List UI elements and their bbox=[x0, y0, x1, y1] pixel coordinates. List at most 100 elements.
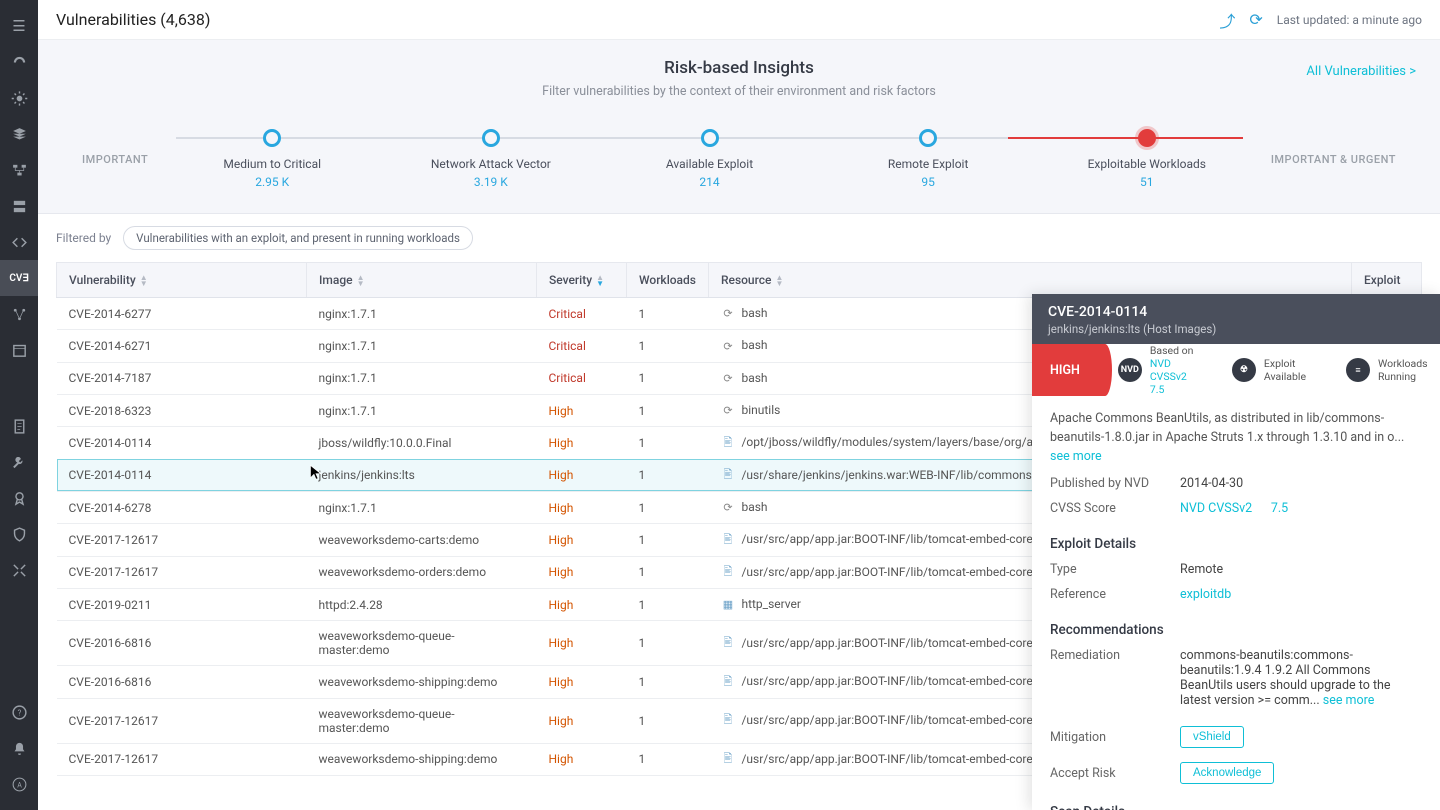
cell-image: nginx:1.7.1 bbox=[307, 491, 537, 523]
funnel-dot[interactable] bbox=[482, 129, 500, 147]
topbar: Vulnerabilities (4,638) ⤴ ⟳ Last updated… bbox=[38, 0, 1440, 40]
cell-severity: High bbox=[537, 491, 627, 523]
see-more-remediation[interactable]: see more bbox=[1323, 693, 1375, 708]
cell-image: weaveworksdemo-shipping:demo bbox=[307, 666, 537, 698]
funnel-dot[interactable] bbox=[701, 129, 719, 147]
nav-shield-icon[interactable] bbox=[0, 516, 38, 552]
cell-cve: CVE-2014-7187 bbox=[57, 362, 307, 394]
cell-cve: CVE-2017-12617 bbox=[57, 743, 307, 775]
resource-icon: 🖹 bbox=[720, 636, 735, 651]
resource-icon: 🖹 bbox=[720, 675, 735, 690]
cell-image: weaveworksdemo-queue-master:demo bbox=[307, 621, 537, 666]
severity-badge: HIGH bbox=[1032, 344, 1098, 396]
nav-bug-icon[interactable] bbox=[0, 80, 38, 116]
metric-exploit: ☢ ExploitAvailable bbox=[1212, 344, 1326, 396]
detail-panel: CVE-2014-0114 jenkins/jenkins:lts (Host … bbox=[1032, 294, 1440, 810]
resource-icon: 🖹 bbox=[720, 533, 735, 548]
cell-severity: High bbox=[537, 459, 627, 491]
cell-image: httpd:2.4.28 bbox=[307, 588, 537, 620]
nav-flow-icon[interactable] bbox=[0, 152, 38, 188]
funnel-step-label: Remote Exploit bbox=[888, 157, 969, 171]
exploit-section-title: Exploit Details bbox=[1050, 536, 1422, 552]
detail-header: CVE-2014-0114 jenkins/jenkins:lts (Host … bbox=[1032, 294, 1440, 344]
col-exploit[interactable]: Exploit bbox=[1352, 263, 1422, 298]
insights-title: Risk-based Insights bbox=[62, 58, 1416, 78]
insights-panel: Risk-based Insights Filter vulnerabiliti… bbox=[38, 40, 1440, 214]
recs-section-title: Recommendations bbox=[1050, 622, 1422, 638]
resource-icon: 🖹 bbox=[720, 468, 735, 483]
all-vulns-link[interactable]: All Vulnerabilities > bbox=[1306, 64, 1416, 79]
cell-cve: CVE-2019-0211 bbox=[57, 588, 307, 620]
nav-menu-icon[interactable]: ☰ bbox=[0, 8, 38, 44]
nav-code-icon[interactable] bbox=[0, 224, 38, 260]
nav-calendar-icon[interactable] bbox=[0, 332, 38, 368]
cell-workloads: 1 bbox=[627, 698, 709, 743]
col-image[interactable]: Image▲▼ bbox=[307, 263, 537, 298]
nav-layers-icon[interactable] bbox=[0, 116, 38, 152]
cell-image: weaveworksdemo-queue-master:demo bbox=[307, 698, 537, 743]
cvss-basis-link[interactable]: NVD CVSSv2 7.5 bbox=[1150, 357, 1187, 396]
funnel-step[interactable]: Remote Exploit 95 bbox=[832, 129, 1024, 189]
col-severity[interactable]: Severity▲▼ bbox=[537, 263, 627, 298]
filter-chip[interactable]: Vulnerabilities with an exploit, and pre… bbox=[123, 226, 473, 250]
cell-workloads: 1 bbox=[627, 491, 709, 523]
cell-severity: High bbox=[537, 524, 627, 556]
detail-badges: HIGH NVD Based onNVD CVSSv2 7.5 ☢ Exploi… bbox=[1032, 344, 1440, 396]
nav-bell-icon[interactable] bbox=[0, 730, 38, 766]
funnel-step-value: 2.95 K bbox=[255, 175, 289, 189]
funnel-dot[interactable] bbox=[1138, 129, 1156, 147]
last-updated-text: Last updated: a minute ago bbox=[1277, 13, 1422, 27]
funnel-step[interactable]: Network Attack Vector 3.19 K bbox=[395, 129, 587, 189]
metric-basis: NVD Based onNVD CVSSv2 7.5 bbox=[1098, 344, 1212, 396]
resource-icon: ▦ bbox=[720, 597, 735, 612]
cell-image: weaveworksdemo-carts:demo bbox=[307, 524, 537, 556]
upload-icon[interactable]: ⤴ bbox=[1219, 8, 1235, 32]
nav-cve-icon[interactable]: CV∃ bbox=[0, 260, 38, 296]
acknowledge-button[interactable]: Acknowledge bbox=[1180, 762, 1274, 784]
funnel-dot[interactable] bbox=[263, 129, 281, 147]
refresh-icon[interactable]: ⟳ bbox=[1249, 10, 1262, 29]
stack-icon: ≡ bbox=[1346, 358, 1370, 382]
cvss-score[interactable]: 7.5 bbox=[1271, 501, 1288, 516]
resource-icon: ⟳ bbox=[720, 403, 735, 418]
funnel-step-label: Exploitable Workloads bbox=[1088, 157, 1206, 171]
vshield-button[interactable]: vShield bbox=[1180, 726, 1244, 748]
funnel-step[interactable]: Available Exploit 214 bbox=[614, 129, 806, 189]
nav-help-icon[interactable]: ? bbox=[0, 694, 38, 730]
nav-dashboard-icon[interactable] bbox=[0, 44, 38, 80]
cell-image: weaveworksdemo-orders:demo bbox=[307, 556, 537, 588]
funnel-step[interactable]: Medium to Critical 2.95 K bbox=[176, 129, 368, 189]
cvss-link[interactable]: NVD CVSSv2 bbox=[1180, 501, 1252, 516]
cell-image: nginx:1.7.1 bbox=[307, 298, 537, 330]
scan-section-title: Scan Details bbox=[1050, 804, 1422, 810]
col-workloads[interactable]: Workloads bbox=[627, 263, 709, 298]
resource-icon: ⟳ bbox=[720, 339, 735, 354]
filter-row: Filtered by Vulnerabilities with an expl… bbox=[38, 214, 1440, 262]
nav-account-icon[interactable]: A bbox=[0, 766, 38, 802]
nav-wrench-icon[interactable] bbox=[0, 444, 38, 480]
funnel-dot[interactable] bbox=[919, 129, 937, 147]
cell-cve: CVE-2017-12617 bbox=[57, 698, 307, 743]
nav-servers-icon[interactable] bbox=[0, 188, 38, 224]
filter-label: Filtered by bbox=[56, 231, 111, 245]
cell-cve: CVE-2014-6277 bbox=[57, 298, 307, 330]
nav-graph-icon[interactable] bbox=[0, 296, 38, 332]
detail-cve-id: CVE-2014-0114 bbox=[1048, 304, 1424, 320]
funnel-step-label: Medium to Critical bbox=[223, 157, 321, 171]
funnel-step-label: Available Exploit bbox=[666, 157, 753, 171]
funnel-step[interactable]: Exploitable Workloads 51 bbox=[1051, 129, 1243, 189]
cell-workloads: 1 bbox=[627, 743, 709, 775]
resource-icon: ⟳ bbox=[720, 306, 735, 321]
cell-severity: Critical bbox=[537, 330, 627, 362]
nav-reports-icon[interactable] bbox=[0, 408, 38, 444]
see-more-link[interactable]: see more bbox=[1050, 449, 1102, 464]
col-resource[interactable]: Resource▲▼ bbox=[708, 263, 1351, 298]
funnel-step-value: 3.19 K bbox=[474, 175, 508, 189]
nav-badge-icon[interactable] bbox=[0, 480, 38, 516]
resource-icon: ⟳ bbox=[720, 500, 735, 515]
cell-severity: High bbox=[537, 427, 627, 459]
nav-tools-icon[interactable] bbox=[0, 552, 38, 588]
col-vulnerability[interactable]: Vulnerability▲▼ bbox=[57, 263, 307, 298]
reference-link[interactable]: exploitdb bbox=[1180, 587, 1231, 602]
cell-image: nginx:1.7.1 bbox=[307, 362, 537, 394]
